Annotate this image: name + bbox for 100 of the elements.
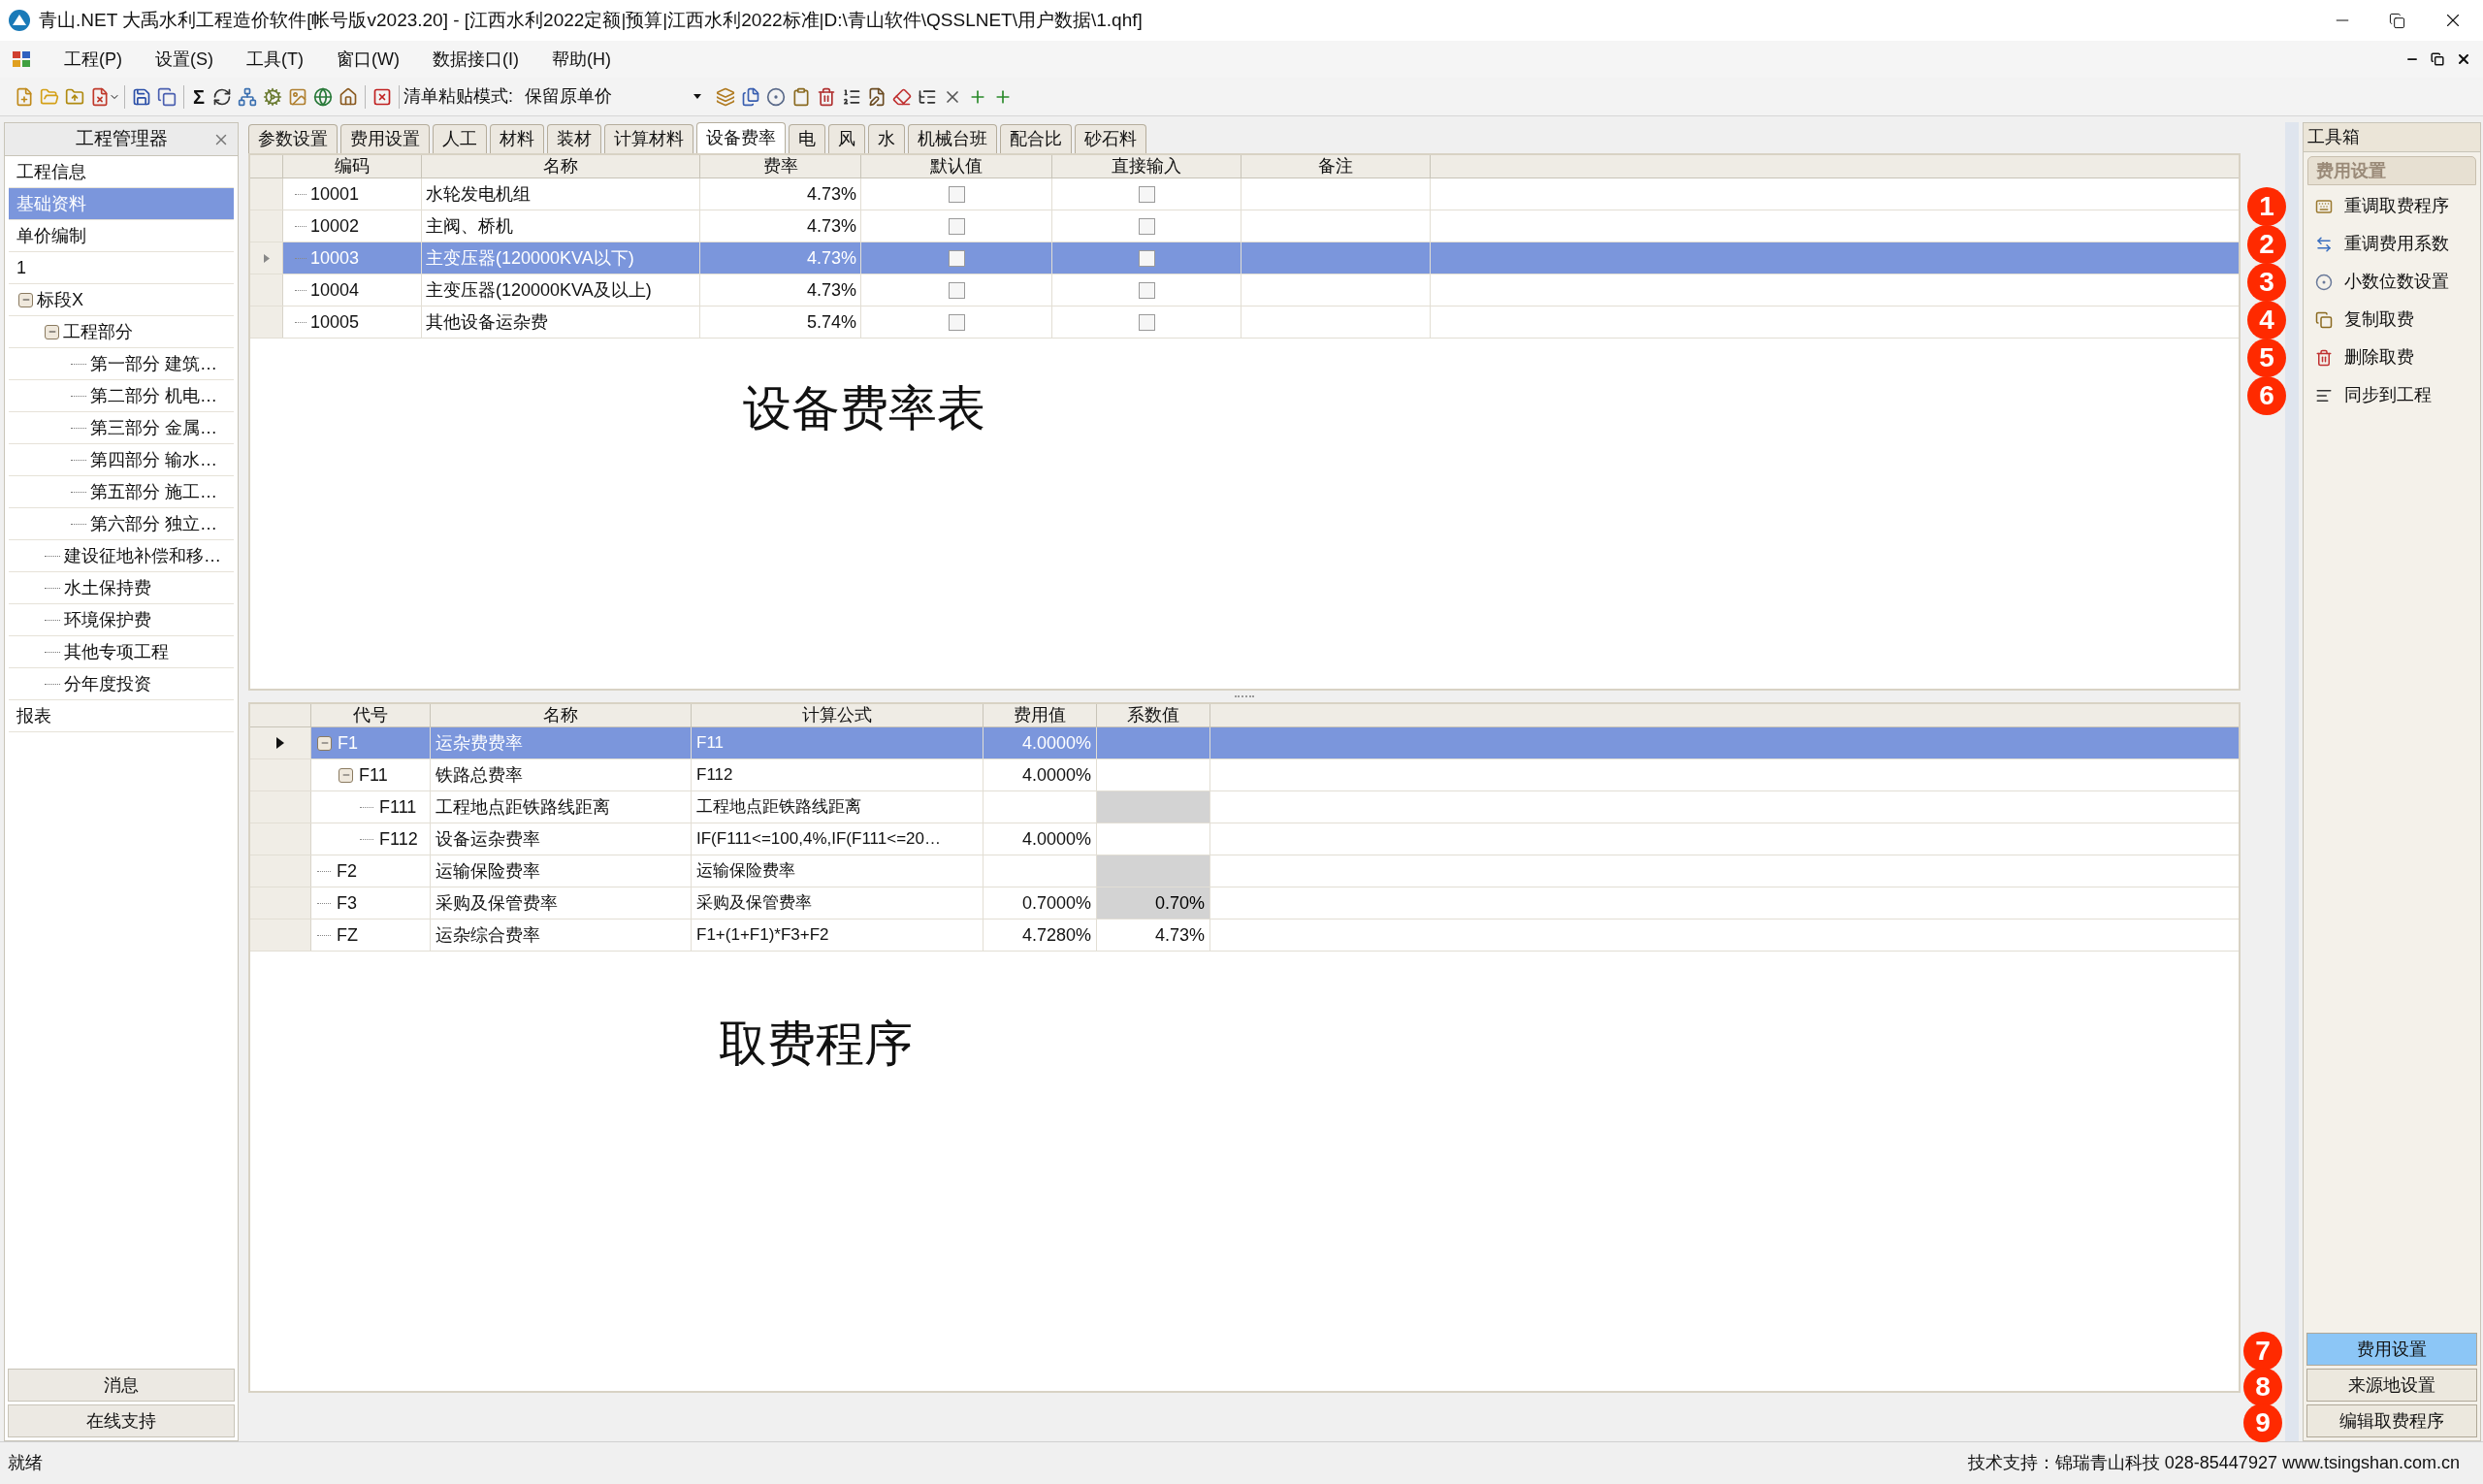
restore-icon[interactable] — [2389, 12, 2405, 29]
tab[interactable]: 计算材料 — [604, 124, 693, 153]
column-header[interactable]: 备注 — [1242, 155, 1431, 177]
tree-item[interactable]: 环境保护费 — [64, 606, 151, 633]
column-header[interactable]: 名称 — [422, 155, 700, 177]
tree-item[interactable]: 第二部分 机电… — [90, 382, 217, 409]
tree-item[interactable]: 第五部分 施工… — [90, 478, 217, 505]
folder-up-icon[interactable] — [65, 86, 84, 107]
refresh-icon[interactable] — [212, 86, 232, 107]
row-header-cell[interactable] — [250, 759, 311, 790]
checkbox[interactable] — [948, 313, 965, 331]
checkbox[interactable] — [1138, 217, 1155, 235]
eraser-icon[interactable] — [892, 86, 913, 107]
table-row[interactable]: 10004 主变压器(120000KVA及以上) 4.73% — [250, 274, 2239, 306]
gears-icon[interactable] — [263, 86, 282, 107]
tab[interactable]: 设备费率 — [696, 122, 786, 153]
table-row[interactable]: F111 工程地点距铁路线距离 工程地点距铁路线距离 — [250, 791, 2239, 823]
toolbox-tab[interactable]: 编辑取费程序 — [2306, 1404, 2477, 1437]
copy-icon[interactable] — [157, 86, 177, 107]
tab[interactable]: 砂石料 — [1075, 124, 1146, 153]
panel-button[interactable]: 消息 — [8, 1369, 235, 1402]
tree-item[interactable]: 标段X — [37, 286, 83, 313]
tree-item[interactable]: 建设征地补偿和移… — [64, 542, 221, 569]
checkbox[interactable] — [1138, 281, 1155, 299]
layers-icon[interactable] — [716, 86, 736, 107]
collapse-toggle-icon[interactable] — [18, 292, 33, 307]
delete-file-icon[interactable] — [90, 86, 110, 107]
checkbox[interactable] — [1138, 185, 1155, 203]
checkbox[interactable] — [1138, 313, 1155, 331]
tab[interactable]: 参数设置 — [248, 124, 338, 153]
checkbox[interactable] — [948, 249, 965, 267]
tab[interactable]: 配合比 — [1000, 124, 1072, 153]
row-header-cell[interactable] — [250, 178, 283, 210]
table-row[interactable]: F11 铁路总费率 F112 4.0000% — [250, 759, 2239, 791]
row-header-cell[interactable] — [250, 919, 311, 951]
tab[interactable]: 材料 — [490, 124, 544, 153]
menu-item[interactable]: 工程(P) — [64, 46, 122, 73]
toolbox-item[interactable]: 重调费用系数 — [2307, 225, 2476, 263]
row-header-cell[interactable] — [250, 727, 311, 758]
home-icon[interactable] — [339, 86, 358, 107]
column-header[interactable]: 代号 — [311, 704, 431, 726]
toolbox-tab[interactable]: 来源地设置 — [2306, 1369, 2477, 1402]
column-header[interactable]: 计算公式 — [692, 704, 984, 726]
collapse-toggle-icon[interactable] — [317, 735, 332, 751]
paste-mode-dropdown[interactable]: 保留原单价 — [521, 81, 706, 112]
column-header[interactable]: 费率 — [700, 155, 861, 177]
tab[interactable]: 人工 — [433, 124, 487, 153]
table-row[interactable]: 10001 水轮发电机组 4.73% — [250, 178, 2239, 210]
trash-icon[interactable] — [817, 86, 837, 107]
tree-item[interactable]: 第一部分 建筑… — [90, 350, 217, 377]
open-folder-icon[interactable] — [40, 86, 59, 107]
save-icon[interactable] — [132, 86, 151, 107]
tab[interactable]: 费用设置 — [340, 124, 430, 153]
tree-item[interactable]: 其他专项工程 — [64, 638, 169, 665]
nav-item[interactable]: 报表 — [9, 700, 234, 732]
menu-item[interactable]: 窗口(W) — [337, 46, 400, 73]
edit-file-icon[interactable] — [867, 86, 887, 107]
table-row[interactable]: F3 采购及保管费率 采购及保管费率 0.7000% 0.70% — [250, 887, 2239, 919]
table-row[interactable]: 10002 主阀、桥机 4.73% — [250, 210, 2239, 242]
new-file-icon[interactable] — [15, 86, 34, 107]
row-header-cell[interactable] — [250, 791, 311, 823]
toolbox-item[interactable]: 复制取费 — [2307, 301, 2476, 339]
column-header[interactable]: 编码 — [283, 155, 422, 177]
tree-item[interactable]: 第六部分 独立… — [90, 510, 217, 537]
tree-item[interactable]: 分年度投资 — [64, 670, 151, 697]
column-header[interactable]: 系数值 — [1097, 704, 1210, 726]
menu-item[interactable]: 帮助(H) — [551, 46, 611, 73]
collapse-toggle-icon[interactable] — [339, 767, 353, 783]
globe-icon[interactable] — [313, 86, 333, 107]
nav-item[interactable]: 1 — [9, 252, 234, 284]
toolbox-item[interactable]: 同步到工程 — [2307, 376, 2476, 414]
collapse-toggle-icon[interactable] — [45, 324, 59, 339]
image-icon[interactable] — [288, 86, 307, 107]
table-row[interactable]: 10005 其他设备运杂费 5.74% — [250, 306, 2239, 339]
table-row[interactable]: F2 运输保险费率 运输保险费率 — [250, 855, 2239, 887]
column-header[interactable]: 默认值 — [861, 155, 1052, 177]
table-row[interactable]: FZ 运杂综合费率 F1+(1+F1)*F3+F2 4.7280% 4.73% — [250, 919, 2239, 952]
close-box-icon[interactable] — [372, 86, 392, 107]
files-icon[interactable] — [741, 86, 761, 107]
nav-item[interactable]: 单价编制 — [9, 220, 234, 252]
table-row[interactable]: F112 设备运杂费率 IF(F111<=100,4%,IF(F111<=20… 4.0000% — [250, 823, 2239, 855]
tree-item[interactable]: 水土保持费 — [64, 574, 151, 601]
app-menu-icon[interactable] — [12, 50, 31, 68]
toolbox-tab[interactable]: 费用设置 — [2306, 1333, 2477, 1366]
toolbox-item[interactable]: 删除取费 — [2307, 339, 2476, 376]
checkbox[interactable] — [1138, 249, 1155, 267]
tab[interactable]: 机械台班 — [908, 124, 997, 153]
row-header-cell[interactable] — [250, 887, 311, 919]
close-icon[interactable] — [2456, 51, 2471, 67]
circle-dot-icon[interactable] — [766, 86, 787, 107]
panel-button[interactable]: 在线支持 — [8, 1404, 235, 1437]
checkbox[interactable] — [948, 217, 965, 235]
menu-item[interactable]: 数据接口(I) — [432, 46, 519, 73]
restore-icon[interactable] — [2431, 52, 2444, 66]
checkbox[interactable] — [948, 281, 965, 299]
tree-item[interactable]: 第三部分 金属… — [90, 414, 217, 441]
tab[interactable]: 水 — [868, 124, 905, 153]
menu-item[interactable]: 工具(T) — [246, 46, 304, 73]
row-header-cell[interactable] — [250, 855, 311, 887]
tab[interactable]: 风 — [828, 124, 865, 153]
